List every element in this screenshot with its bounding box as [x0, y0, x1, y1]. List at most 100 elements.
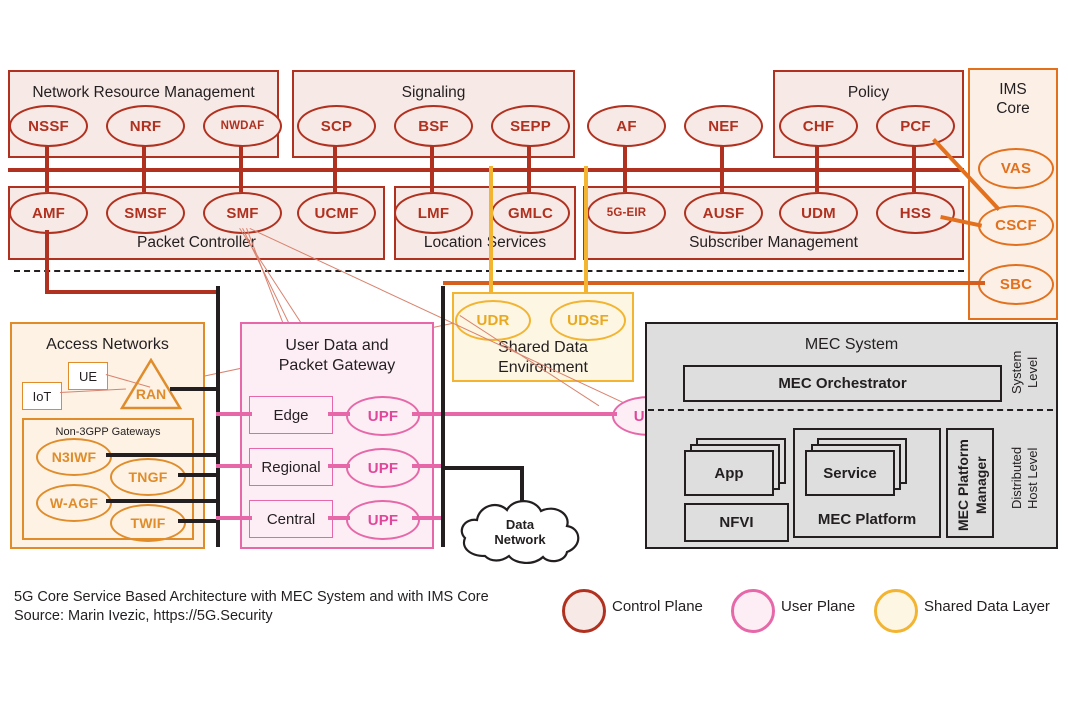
group-label-policy: Policy	[847, 84, 890, 101]
connector-amf-right	[45, 290, 220, 294]
connector-sbc-bus	[443, 281, 985, 285]
node-udm[interactable]: UDM	[779, 192, 858, 234]
connector-bus-nef-down	[720, 168, 724, 192]
node-nwdaf[interactable]: NWDAF	[203, 105, 282, 147]
connector-bus-nrf-down	[142, 168, 146, 192]
box-iot[interactable]: IoT	[22, 382, 62, 410]
node-scp[interactable]: SCP	[297, 105, 376, 147]
mec-platform-manager[interactable]: MEC Platform Manager	[946, 428, 994, 538]
ran-triangle-icon[interactable]	[120, 358, 182, 410]
connector-bus-scp-down	[333, 168, 337, 192]
node-tngf[interactable]: TNGF	[110, 458, 186, 496]
node-label-nef: NEF	[708, 117, 739, 135]
user-data-title-line1: User Data and	[285, 337, 389, 354]
node-sbc[interactable]: SBC	[978, 264, 1054, 305]
access-networks-title: Access Networks	[46, 336, 169, 353]
legend-label-control-plane: Control Plane	[612, 598, 703, 615]
node-5g-eir[interactable]: 5G-EIR	[587, 192, 666, 234]
architecture-diagram: Network Resource Management Signaling Po…	[0, 0, 1068, 712]
connector-udr-bus	[489, 166, 493, 311]
node-nssf[interactable]: NSSF	[9, 105, 88, 147]
connector-twif-bus	[178, 519, 220, 523]
node-upf-central[interactable]: UPF	[346, 500, 420, 540]
node-twif[interactable]: TWIF	[110, 504, 186, 542]
service-label: Service	[823, 464, 877, 482]
node-sepp[interactable]: SEPP	[491, 105, 570, 147]
node-label-udsf: UDSF	[567, 312, 609, 329]
nfvi[interactable]: NFVI	[684, 503, 789, 542]
tier-label-edge: Edge	[273, 406, 309, 424]
mec-platform-label: MEC Platform	[817, 511, 917, 528]
node-ausf[interactable]: AUSF	[684, 192, 763, 234]
node-label-twif: TWIF	[130, 515, 166, 531]
mec-host-level-line2: Host Level	[1025, 447, 1040, 509]
ims-core-title-line2: Core	[996, 100, 1030, 117]
node-gmlc[interactable]: GMLC	[491, 192, 570, 234]
node-label-af: AF	[616, 117, 637, 135]
connector-bus-sepp-down	[527, 168, 531, 192]
node-label-sbc: SBC	[999, 276, 1033, 293]
node-nrf[interactable]: NRF	[106, 105, 185, 147]
node-label-ucmf: UCMF	[314, 204, 359, 222]
node-ucmf[interactable]: UCMF	[297, 192, 376, 234]
shared-data-title-line1: Shared Data	[498, 339, 588, 356]
box-label-iot: IoT	[32, 388, 52, 404]
node-n3iwf[interactable]: N3IWF	[36, 438, 112, 476]
tier-label-central: Central	[266, 510, 316, 528]
node-label-bsf: BSF	[418, 117, 449, 135]
node-udsf[interactable]: UDSF	[550, 300, 626, 341]
node-nef[interactable]: NEF	[684, 105, 763, 147]
connector-bus-nwdaf-down	[239, 168, 243, 192]
node-af[interactable]: AF	[587, 105, 666, 147]
node-label-scp: SCP	[320, 117, 353, 135]
connector-udsf-bus	[584, 166, 588, 311]
mec-system-level-label: System Level	[1005, 338, 1045, 406]
mec-orchestrator-label: MEC Orchestrator	[778, 375, 907, 392]
mec-host-level-line1: Distributed	[1009, 446, 1024, 510]
connector-bus-nssf-down	[45, 168, 49, 192]
node-label-udm: UDM	[801, 204, 836, 222]
node-hss[interactable]: HSS	[876, 192, 955, 234]
box-ue[interactable]: UE	[68, 362, 108, 390]
node-w-agf[interactable]: W-AGF	[36, 484, 112, 522]
tier-edge[interactable]: Edge	[249, 396, 333, 434]
node-label-smsf: SMSF	[124, 204, 167, 222]
mec-system-level-line1: System	[1009, 350, 1024, 394]
node-label-nssf: NSSF	[28, 117, 69, 135]
node-label-vas: VAS	[1000, 160, 1032, 177]
tier-label-regional: Regional	[261, 458, 321, 476]
node-label-cscf: CSCF	[995, 217, 1037, 234]
tier-regional[interactable]: Regional	[249, 448, 333, 486]
node-label-lmf: LMF	[417, 204, 450, 222]
connector-wagf-bus	[106, 499, 220, 503]
node-upf-edge[interactable]: UPF	[346, 396, 420, 436]
tier-central[interactable]: Central	[249, 500, 333, 538]
data-network-label: Data Network	[455, 517, 585, 547]
node-pcf[interactable]: PCF	[876, 105, 955, 147]
node-label-hss: HSS	[899, 204, 932, 222]
node-label-nrf: NRF	[129, 117, 162, 135]
caption-line2: Source: Marin Ivezic, https://5G.Securit…	[14, 608, 273, 624]
group-label-network-resource-management: Network Resource Management	[32, 84, 255, 101]
node-amf[interactable]: AMF	[9, 192, 88, 234]
group-label-location-services: Location Services	[423, 234, 547, 251]
node-label-w-agf: W-AGF	[49, 495, 99, 511]
connector-bus-bsf-down	[430, 168, 434, 192]
node-chf[interactable]: CHF	[779, 105, 858, 147]
node-cscf[interactable]: CSCF	[978, 205, 1054, 246]
node-bsf[interactable]: BSF	[394, 105, 473, 147]
shared-data-environment-title: Shared Data Environment	[454, 338, 632, 378]
node-smsf[interactable]: SMSF	[106, 192, 185, 234]
connector-bus-pcf-down	[912, 168, 916, 192]
node-label-5g-eir: 5G-EIR	[606, 207, 647, 219]
node-upf-regional[interactable]: UPF	[346, 448, 420, 488]
connector-bus-regional	[216, 464, 252, 468]
node-vas[interactable]: VAS	[978, 148, 1054, 189]
app-card[interactable]: App	[684, 450, 774, 496]
mec-host-level-label: Distributed Host Level	[1005, 418, 1045, 538]
ims-core-title: IMS Core	[970, 80, 1056, 118]
node-label-chf: CHF	[802, 117, 835, 135]
mec-orchestrator[interactable]: MEC Orchestrator	[683, 365, 1002, 402]
service-card[interactable]: Service	[805, 450, 895, 496]
node-lmf[interactable]: LMF	[394, 192, 473, 234]
